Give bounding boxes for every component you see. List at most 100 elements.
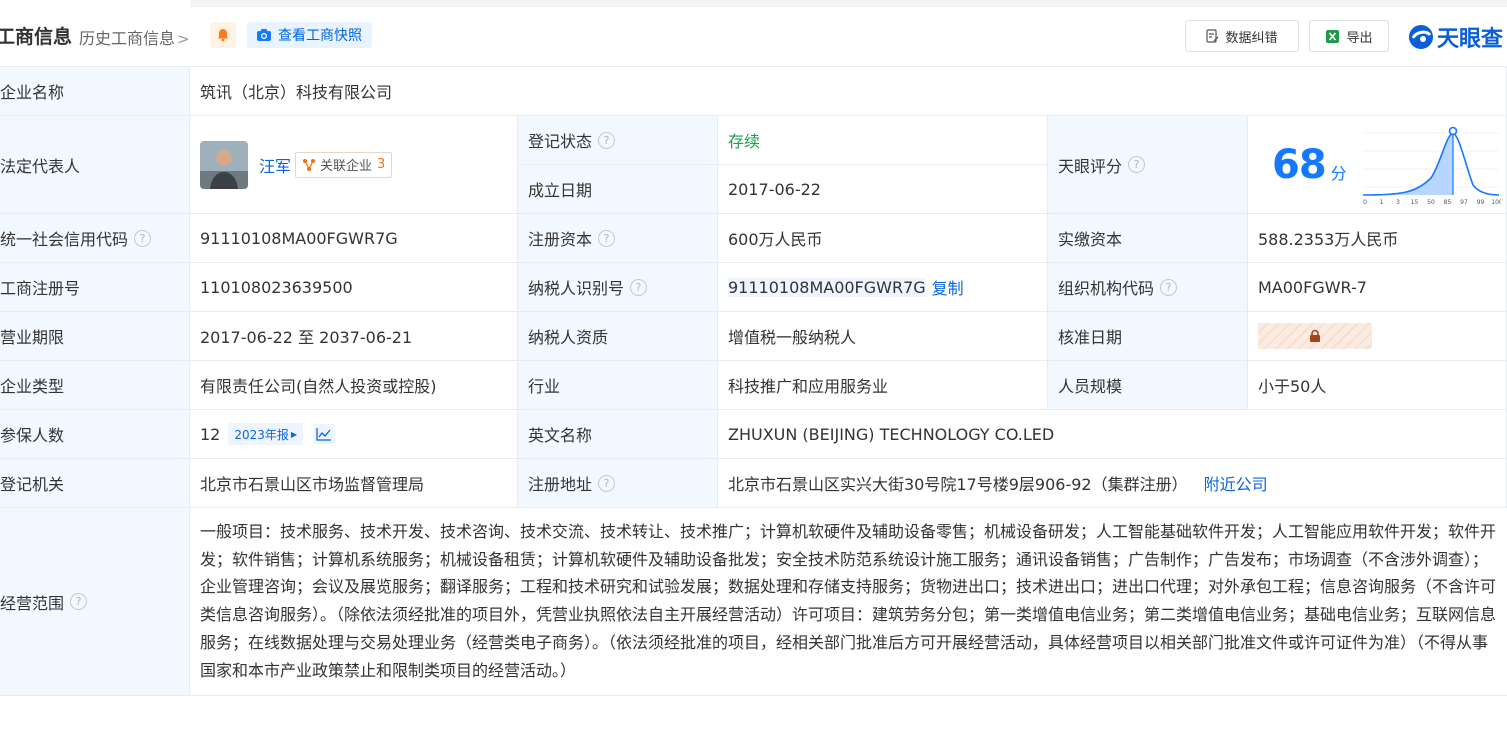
approve-date-label: 核准日期	[1048, 312, 1248, 361]
tax-quality-value: 增值税一般纳税人	[718, 312, 1048, 361]
insured-value: 12	[200, 424, 221, 444]
credit-code-label-text: 统一社会信用代码	[0, 230, 129, 249]
network-icon	[303, 158, 316, 171]
copy-link[interactable]: 复制	[932, 275, 964, 299]
paid-capital-value: 588.2353万人民币	[1248, 214, 1507, 263]
tax-id-label-text: 纳税人识别号	[528, 279, 625, 298]
locked-value[interactable]	[1258, 323, 1372, 349]
help-icon[interactable]: ?	[598, 229, 616, 247]
avatar[interactable]	[200, 140, 248, 189]
company-name-value: 筑讯（北京）科技有限公司	[190, 67, 1507, 116]
score-unit: 分	[1330, 163, 1347, 183]
help-icon[interactable]: ?	[1160, 278, 1178, 296]
related-companies-label: 关联企业	[320, 159, 373, 174]
export-button[interactable]: 导出	[1309, 20, 1389, 52]
tianyancha-logo: 天眼查	[1408, 21, 1503, 53]
staff-size-value: 小于50人	[1248, 361, 1507, 410]
authority-label: 登记机关	[0, 459, 190, 508]
history-link[interactable]: 历史工商信息 >	[79, 25, 190, 49]
export-label: 导出	[1346, 30, 1373, 46]
nearby-companies-link[interactable]: 附近公司	[1204, 471, 1268, 495]
help-icon[interactable]: ?	[630, 278, 648, 296]
legal-rep-cell: 汪军 关联企业 3	[190, 116, 518, 214]
tax-id-value: 91110108MA00FGWR7G	[728, 277, 926, 297]
reg-capital-label-text: 注册资本	[528, 230, 593, 249]
term-value: 2017-06-22 至 2037-06-21	[190, 312, 518, 361]
org-code-value: MA00FGWR-7	[1248, 263, 1507, 312]
help-icon[interactable]: ?	[1128, 156, 1146, 173]
reg-no-value: 110108023639500	[190, 263, 518, 312]
legal-rep-label: 法定代表人	[0, 116, 190, 214]
related-companies-button[interactable]: 关联企业 3	[295, 151, 393, 178]
reg-status-label-text: 登记状态	[528, 132, 593, 151]
company-name-label: 企业名称	[0, 67, 190, 116]
bell-icon[interactable]	[210, 22, 236, 48]
scope-label-text: 经营范围	[0, 593, 65, 613]
excel-icon	[1326, 29, 1340, 43]
lock-icon	[1310, 329, 1320, 342]
credit-code-label: 统一社会信用代码?	[0, 214, 190, 263]
tax-id-cell: 91110108MA00FGWR7G 复制	[718, 263, 1048, 312]
business-info-table: 企业名称 筑讯（北京）科技有限公司 法定代表人 汪军 关联企业 3 登记状态? 存…	[0, 66, 1507, 696]
section-header: 工商信息 历史工商信息 > 查看工商快照 数据纠错 导出 天眼查	[0, 16, 1507, 56]
org-code-label: 组织机构代码?	[1048, 263, 1248, 312]
score-axis-tick: 50	[1427, 199, 1435, 206]
tax-id-label: 纳税人识别号?	[518, 263, 718, 312]
authority-value: 北京市石景山区市场监督管理局	[190, 459, 518, 508]
related-companies-count: 3	[377, 157, 386, 172]
score-label-text: 天眼评分	[1058, 156, 1123, 176]
help-icon[interactable]: ?	[70, 593, 88, 610]
industry-label: 行业	[518, 361, 718, 410]
address-label-text: 注册地址	[528, 475, 593, 494]
scope-label: 经营范围?	[0, 508, 190, 696]
reg-status-label: 登记状态?	[518, 116, 718, 165]
score-axis-tick: 97	[1460, 199, 1468, 206]
score-axis-tick: 0	[1363, 199, 1367, 206]
score-distribution-chart: 0 1 3 15 50 85 97 99 100	[1362, 126, 1501, 206]
help-icon[interactable]: ?	[598, 474, 616, 492]
reg-capital-label: 注册资本?	[518, 214, 718, 263]
help-icon[interactable]: ?	[598, 131, 616, 149]
est-date-value: 2017-06-22	[718, 165, 1048, 214]
score-axis-tick: 15	[1410, 199, 1418, 206]
approve-date-cell	[1248, 312, 1507, 361]
reg-capital-value: 600万人民币	[718, 214, 1048, 263]
score-axis-tick: 3	[1396, 199, 1400, 206]
english-name-value: ZHUXUN (BEIJING) TECHNOLOGY CO.LED	[718, 410, 1507, 459]
trend-chart-icon[interactable]	[313, 424, 336, 444]
english-name-label: 英文名称	[518, 410, 718, 459]
term-label: 营业期限	[0, 312, 190, 361]
data-correction-label: 数据纠错	[1225, 30, 1278, 46]
tax-quality-label: 纳税人资质	[518, 312, 718, 361]
reg-no-label: 工商注册号	[0, 263, 190, 312]
company-type-value: 有限责任公司(自然人投资或控股)	[190, 361, 518, 410]
staff-size-label: 人员规模	[1048, 361, 1248, 410]
help-icon[interactable]: ?	[134, 229, 152, 247]
est-date-label: 成立日期	[518, 165, 718, 214]
legal-rep-name-link[interactable]: 汪军	[259, 153, 291, 177]
snapshot-button[interactable]: 查看工商快照	[247, 22, 372, 48]
history-link-label: 历史工商信息	[79, 29, 176, 48]
annual-report-tag[interactable]: 2023年报 ▶	[228, 423, 304, 445]
score-cell[interactable]: 68 分 0 1 3 15 50 85 97 99 100	[1248, 116, 1507, 214]
score-value: 68	[1272, 141, 1327, 188]
company-type-label: 企业类型	[0, 361, 190, 410]
data-correction-button[interactable]: 数据纠错	[1185, 20, 1299, 52]
logo-icon	[1409, 25, 1433, 49]
snapshot-label: 查看工商快照	[278, 28, 362, 44]
reg-status-value: 存续	[718, 116, 1048, 165]
top-divider	[190, 0, 1507, 7]
address-cell: 北京市石景山区实兴大街30号院17号楼9层906-92（集群注册） 附近公司	[718, 459, 1507, 508]
address-value: 北京市石景山区实兴大街30号院17号楼9层906-92（集群注册）	[728, 475, 1188, 494]
credit-code-value: 91110108MA00FGWR7G	[190, 214, 518, 263]
caret-right-icon: ▶	[290, 429, 298, 439]
edit-doc-icon	[1206, 29, 1219, 43]
score-axis-tick: 99	[1476, 199, 1484, 206]
score-axis-tick: 100	[1491, 199, 1501, 206]
address-label: 注册地址?	[518, 459, 718, 508]
insured-cell: 12 2023年报 ▶	[190, 410, 518, 459]
score-axis-tick: 1	[1379, 199, 1383, 206]
scope-value: 一般项目：技术服务、技术开发、技术咨询、技术交流、技术转让、技术推广；计算机软硬…	[190, 508, 1507, 696]
chevron-right-icon: >	[177, 30, 190, 48]
org-code-label-text: 组织机构代码	[1058, 279, 1155, 298]
